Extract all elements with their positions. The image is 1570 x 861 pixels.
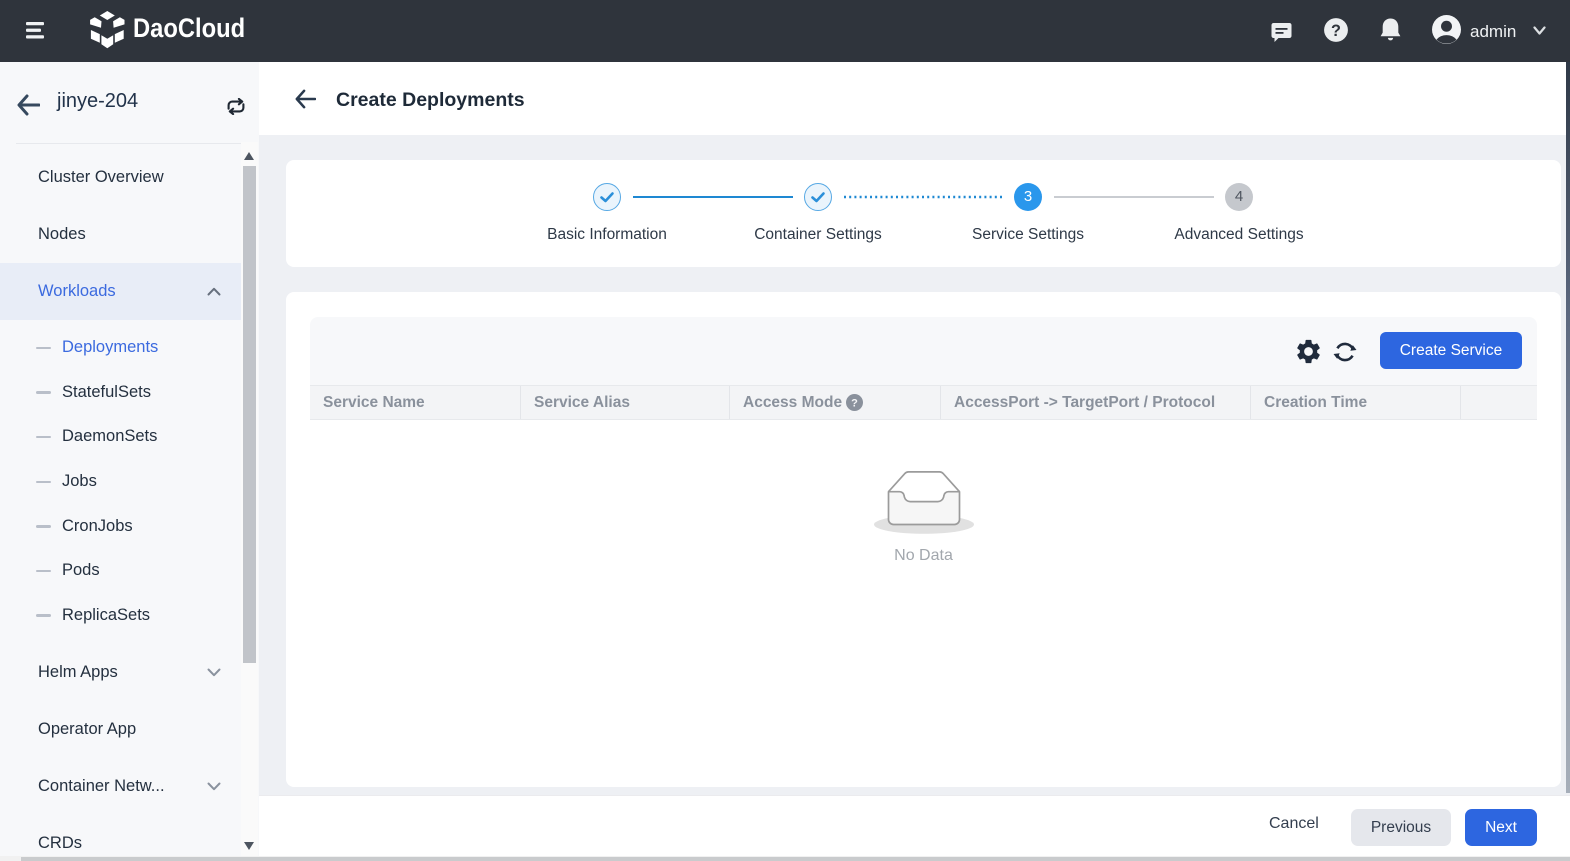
- svg-text:?: ?: [852, 398, 859, 410]
- svg-text:?: ?: [1331, 22, 1341, 40]
